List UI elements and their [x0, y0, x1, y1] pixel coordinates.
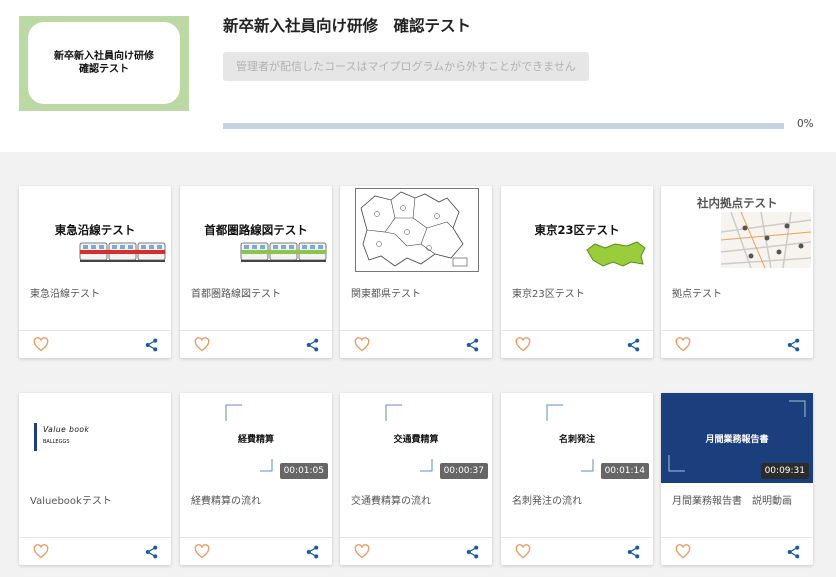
video-duration: 00:01:05 [279, 463, 328, 479]
lesson-title[interactable]: 経費精算の流れ [191, 492, 261, 507]
lesson-card[interactable]: Value book BALLEGGS Valuebookテスト [19, 393, 171, 565]
lesson-card[interactable]: 関東都県テスト [340, 186, 492, 358]
lesson-title[interactable]: 交通費精算の流れ [351, 492, 431, 507]
lesson-card[interactable]: 首都圏路線図テスト 首都圏路線図テスト [180, 186, 332, 358]
lesson-title[interactable]: 月間業務報告書 説明動画 [672, 492, 792, 507]
course-thumbnail: 新卒新入社員向け研修 確認テスト [19, 16, 189, 111]
lesson-thumbnail[interactable]: Value book BALLEGGS [19, 393, 171, 483]
lesson-title[interactable]: 首都圏路線図テスト [191, 285, 281, 300]
train-illustration [240, 242, 327, 262]
thumbnail-text: 首都圏路線図テスト [204, 223, 308, 237]
share-icon[interactable] [144, 544, 159, 560]
card-footer [180, 537, 332, 565]
heart-outline-icon[interactable] [354, 544, 370, 559]
card-footer [180, 330, 332, 358]
card-footer [501, 330, 653, 358]
thumbnail-text: 経費精算 [237, 435, 274, 445]
thumbnail-subtext: BALLEGGS [43, 439, 70, 445]
lesson-thumbnail[interactable]: 東京23区テスト [501, 186, 653, 276]
thumbnail-text: 月間業務報告書 [705, 435, 769, 445]
course-title: 新卒新入社員向け研修 確認テスト [223, 17, 472, 35]
card-footer [501, 537, 653, 565]
thumbnail-text: 交通費精算 [393, 435, 439, 445]
card-footer [19, 330, 171, 358]
card-footer [340, 330, 492, 358]
remove-disabled-notice: 管理者が配信したコースはマイプログラムから外すことができません [223, 52, 589, 81]
lesson-card[interactable]: 経費精算 00:01:05 経費精算の流れ [180, 393, 332, 565]
tokyo-map-illustration [586, 241, 646, 267]
share-icon[interactable] [626, 337, 641, 353]
lesson-title[interactable]: 東京23区テスト [512, 285, 585, 300]
lesson-card[interactable]: 名刺発注 00:01:14 名刺発注の流れ [501, 393, 653, 565]
share-icon[interactable] [626, 544, 641, 560]
heart-outline-icon[interactable] [33, 337, 49, 352]
share-icon[interactable] [786, 337, 801, 353]
lesson-title[interactable]: Valuebookテスト [30, 492, 112, 507]
street-map-illustration [721, 212, 811, 268]
thumbnail-text: Value book [43, 425, 90, 434]
lesson-thumbnail[interactable]: 首都圏路線図テスト [180, 186, 332, 276]
share-icon[interactable] [305, 337, 320, 353]
progress-bar [223, 123, 784, 129]
card-footer [19, 537, 171, 565]
lesson-card[interactable]: 社内拠点テスト 拠点テスト [661, 186, 813, 358]
heart-outline-icon[interactable] [675, 544, 691, 559]
thumbnail-text: 社内拠点テスト [697, 196, 778, 210]
heart-outline-icon[interactable] [354, 337, 370, 352]
thumbnail-text: 名刺発注 [558, 435, 595, 445]
lesson-thumbnail[interactable]: 東急沿線テスト [19, 186, 171, 276]
lesson-card[interactable]: 交通費精算 00:00:37 交通費精算の流れ [340, 393, 492, 565]
heart-outline-icon[interactable] [194, 337, 210, 352]
course-thumbnail-line-1: 新卒新入社員向け研修 [54, 51, 154, 62]
lesson-card[interactable]: 東京23区テスト 東京23区テスト [501, 186, 653, 358]
share-icon[interactable] [305, 544, 320, 560]
lesson-thumbnail[interactable]: 社内拠点テスト [661, 186, 813, 276]
thumbnail-text: 東京23区テスト [534, 223, 620, 237]
lesson-thumbnail[interactable]: 交通費精算 00:00:37 [340, 393, 492, 483]
lesson-thumbnail[interactable] [340, 186, 492, 276]
card-footer [340, 537, 492, 565]
video-duration: 00:09:31 [760, 463, 809, 479]
valuebook-bar [34, 423, 37, 451]
lesson-thumbnail[interactable]: 月間業務報告書 00:09:31 [661, 393, 813, 483]
progress-percent: 0% [797, 118, 814, 130]
lesson-card[interactable]: 東急沿線テスト 東急沿線テスト [19, 186, 171, 358]
video-duration: 00:00:37 [439, 463, 488, 479]
lesson-title[interactable]: 東急沿線テスト [30, 285, 100, 300]
lesson-title[interactable]: 名刺発注の流れ [512, 492, 582, 507]
course-header: 新卒新入社員向け研修 確認テスト 新卒新入社員向け研修 確認テスト 管理者が配信… [0, 0, 836, 152]
card-footer [661, 330, 813, 358]
heart-outline-icon[interactable] [515, 337, 531, 352]
share-icon[interactable] [786, 544, 801, 560]
prefecture-map-image [355, 188, 479, 272]
lesson-thumbnail[interactable]: 名刺発注 00:01:14 [501, 393, 653, 483]
heart-outline-icon[interactable] [33, 544, 49, 559]
train-illustration [79, 242, 166, 262]
share-icon[interactable] [465, 337, 480, 353]
share-icon[interactable] [144, 337, 159, 353]
lesson-thumbnail[interactable]: 経費精算 00:01:05 [180, 393, 332, 483]
video-duration: 00:01:14 [600, 463, 649, 479]
thumbnail-text: 東急沿線テスト [54, 223, 136, 237]
lesson-title[interactable]: 関東都県テスト [351, 285, 421, 300]
course-thumbnail-card: 新卒新入社員向け研修 確認テスト [28, 22, 180, 104]
lesson-card[interactable]: 月間業務報告書 00:09:31 月間業務報告書 説明動画 [661, 393, 813, 565]
course-thumbnail-line-2: 確認テスト [79, 64, 129, 75]
card-footer [661, 537, 813, 565]
share-icon[interactable] [465, 544, 480, 560]
heart-outline-icon[interactable] [675, 337, 691, 352]
heart-outline-icon[interactable] [194, 544, 210, 559]
heart-outline-icon[interactable] [515, 544, 531, 559]
lesson-title[interactable]: 拠点テスト [672, 285, 722, 300]
